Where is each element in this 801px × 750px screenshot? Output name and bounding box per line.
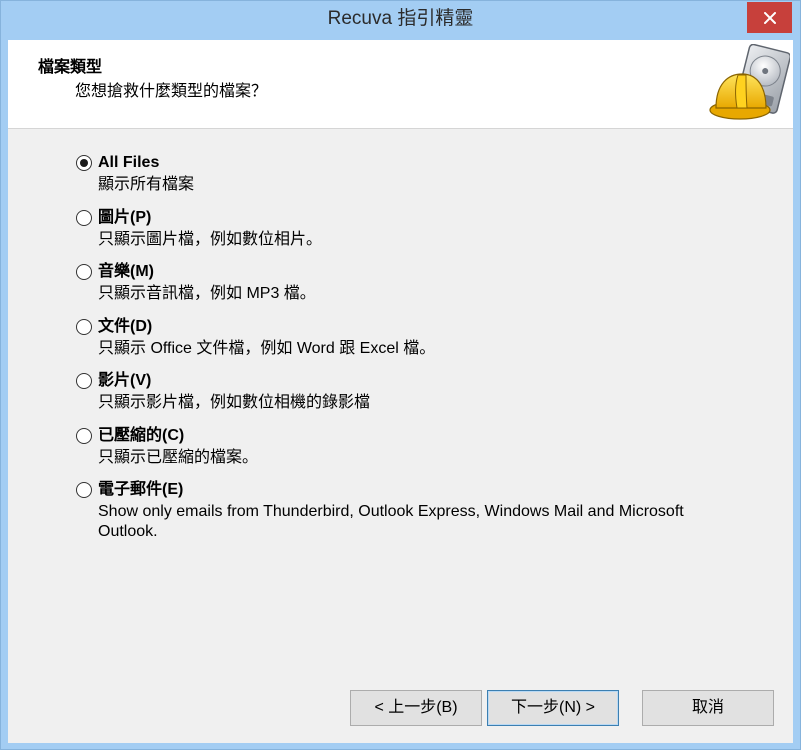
window-title: Recuva 指引精靈 [327, 8, 474, 29]
option-label[interactable]: 文件(D) [98, 317, 152, 337]
radio-emails[interactable] [76, 482, 92, 498]
file-type-option-compressed[interactable]: 已壓縮的(C) 只顯示已壓縮的檔案。 [76, 426, 776, 481]
radio-documents[interactable] [76, 318, 92, 335]
recuva-hardhat-drive-icon [709, 44, 790, 120]
file-type-option-videos[interactable]: 影片(V) 只顯示影片檔，例如數位相機的錄影檔 [76, 371, 776, 426]
recuva-wizard-window: Recuva 指引精靈 檔案類型 您想搶救什麼類型的檔案？ All Files … [0, 0, 801, 750]
radio-all-files[interactable] [76, 155, 92, 171]
header-title: 檔案類型 [38, 59, 103, 76]
radio-music[interactable] [76, 264, 92, 280]
file-type-option-documents[interactable]: 文件(D) 只顯示 Office 文件檔，例如 Word 跟 Excel 檔。 [76, 317, 776, 372]
radio-videos[interactable] [76, 373, 92, 389]
cancel-button[interactable]: 取消 [642, 690, 774, 726]
header-subtitle: 您想搶救什麼類型的檔案？ [75, 83, 268, 100]
option-description: 只顯示已壓縮的檔案。 [98, 448, 259, 466]
option-label[interactable]: 電子郵件(E) [98, 480, 183, 500]
option-description: 只顯示圖片檔，例如數位相片。 [98, 230, 323, 248]
option-label[interactable]: 影片(V) [98, 371, 151, 391]
close-button[interactable] [747, 2, 792, 33]
file-type-option-all-files[interactable]: All Files 顯示所有檔案 [76, 153, 776, 208]
file-type-option-pictures[interactable]: 圖片(P) 只顯示圖片檔，例如數位相片。 [76, 208, 776, 263]
option-description: 只顯示影片檔，例如數位相機的錄影檔 [98, 394, 371, 411]
option-label[interactable]: 音樂(M) [98, 262, 154, 282]
close-icon [763, 11, 776, 24]
option-description: Show only emails from Thunderbird, Outlo… [98, 503, 684, 540]
file-type-radio-group: All Files 顯示所有檔案 圖片(P) 只顯示圖片檔，例如數位相片。 音樂… [76, 153, 776, 540]
file-type-option-emails[interactable]: 電子郵件(E) Show only emails from Thunderbir… [76, 480, 776, 540]
option-description: 顯示所有檔案 [98, 176, 195, 193]
next-button[interactable]: 下一步(N) > [487, 690, 619, 726]
option-description: 只顯示 Office 文件檔，例如 Word 跟 Excel 檔。 [98, 339, 436, 357]
option-label[interactable]: 圖片(P) [98, 208, 151, 228]
radio-compressed[interactable] [76, 427, 92, 444]
file-type-option-music[interactable]: 音樂(M) 只顯示音訊檔，例如 MP3 檔。 [76, 262, 776, 317]
radio-pictures[interactable] [76, 209, 92, 226]
option-label[interactable]: 已壓縮的(C) [98, 426, 184, 446]
option-label[interactable]: All Files [98, 153, 159, 173]
title-bar[interactable]: Recuva 指引精靈 [0, 0, 801, 39]
back-button[interactable]: < 上一步(B) [350, 690, 482, 726]
wizard-client-area: 檔案類型 您想搶救什麼類型的檔案？ All Files 顯示所有檔案 圖片(P)… [8, 40, 793, 743]
option-description: 只顯示音訊檔，例如 MP3 檔。 [98, 285, 316, 302]
wizard-header: 檔案類型 您想搶救什麼類型的檔案？ [8, 40, 793, 129]
